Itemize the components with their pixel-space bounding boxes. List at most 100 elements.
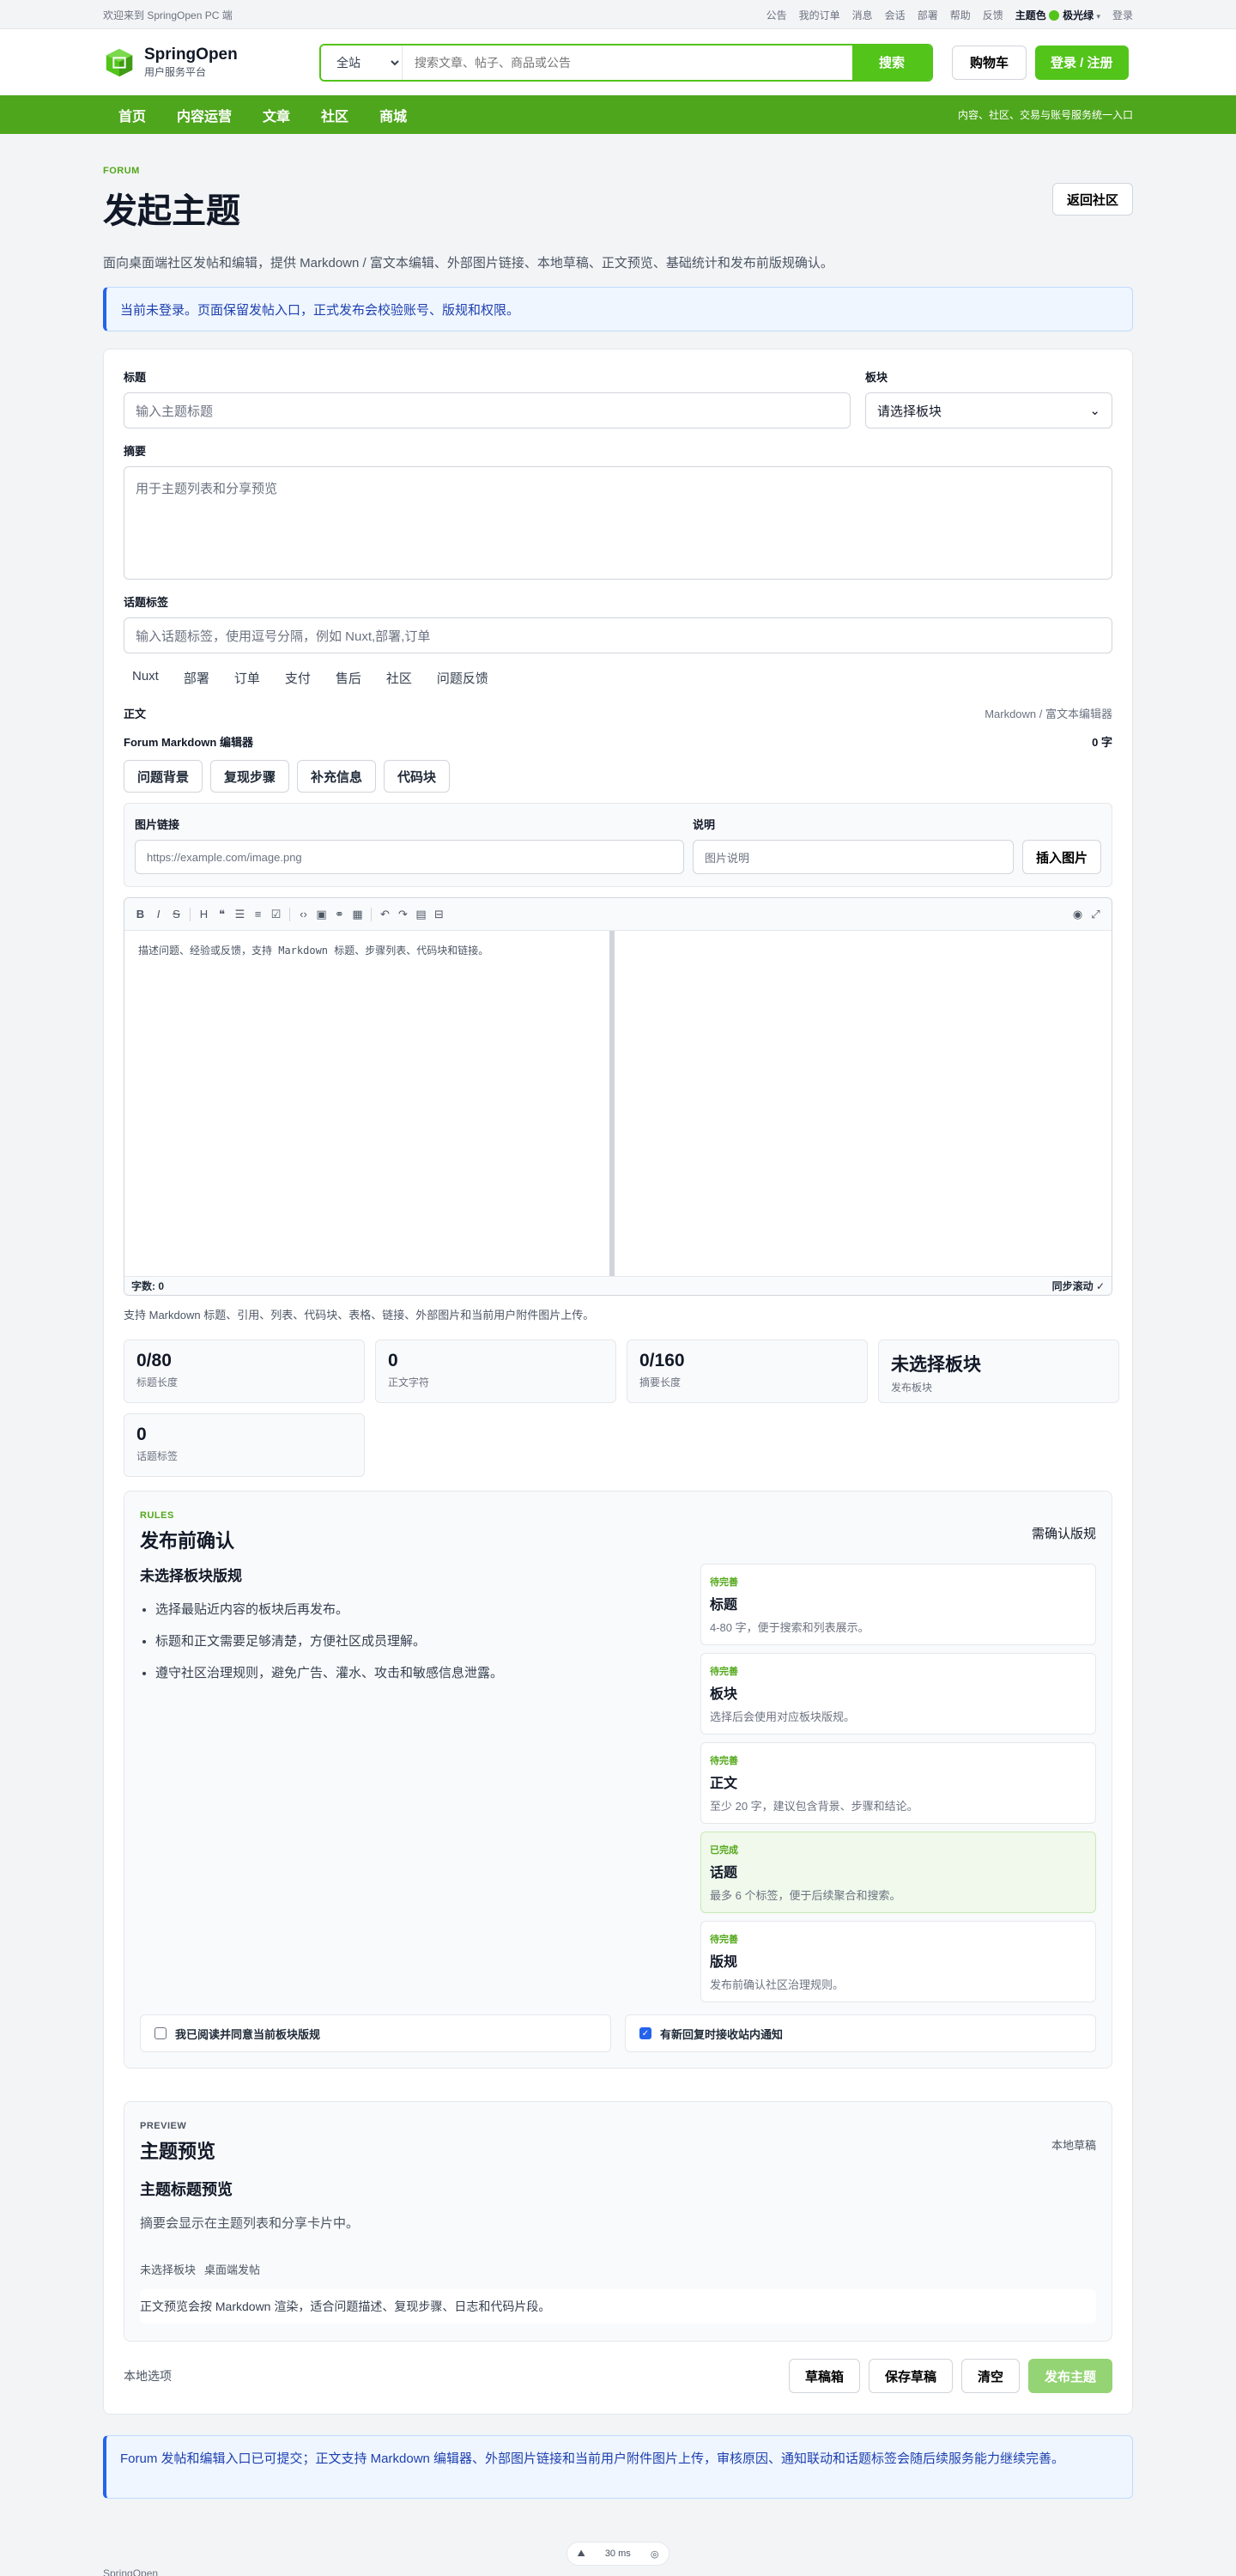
stat-label: 摘要长度 bbox=[639, 1376, 682, 1388]
topic-preview: PREVIEW 主题预览 本地草稿 主题标题预览 摘要会显示在主题列表和分享卡片… bbox=[124, 2101, 1112, 2342]
template-extra-button[interactable]: 补充信息 bbox=[297, 760, 377, 793]
bold-icon[interactable]: B bbox=[131, 905, 149, 924]
image-desc-input[interactable]: 图片说明 bbox=[693, 840, 1014, 874]
nav-item-community[interactable]: 社区 bbox=[306, 105, 364, 125]
editor-input-pane[interactable]: 描述问题、经验或反馈，支持 Markdown 标题、步骤列表、代码块和链接。 bbox=[124, 931, 615, 1276]
tags-input[interactable]: 输入话题标签，使用逗号分隔，例如 Nuxt,部署,订单 bbox=[124, 617, 1112, 653]
drafts-button[interactable]: 草稿箱 bbox=[788, 2359, 860, 2393]
summary-textarea[interactable]: 用于主题列表和分享预览 bbox=[124, 466, 1112, 580]
check-title-text: 标题 bbox=[710, 1598, 738, 1613]
redo-icon[interactable]: ↷ bbox=[394, 905, 412, 924]
top-link-help[interactable]: 帮助 bbox=[950, 8, 971, 22]
publish-button[interactable]: 发布主题 bbox=[1027, 2359, 1112, 2393]
template-code-button[interactable]: 代码块 bbox=[384, 760, 451, 793]
top-login-link[interactable]: 登录 bbox=[1112, 8, 1133, 22]
nav-item-content-ops[interactable]: 内容运营 bbox=[161, 105, 247, 125]
check-status: 待完善 bbox=[710, 1935, 738, 1945]
save-icon[interactable]: ▤ bbox=[412, 905, 430, 924]
target-icon: ◎ bbox=[650, 2549, 659, 2560]
nav-item-mall[interactable]: 商城 bbox=[364, 105, 422, 125]
fullscreen-icon[interactable]: ⤢ bbox=[1087, 905, 1105, 924]
login-register-button[interactable]: 登录 / 注册 bbox=[1035, 45, 1129, 80]
nav-item-home[interactable]: 首页 bbox=[103, 105, 161, 125]
image-link-label: 图片链接 bbox=[135, 818, 180, 831]
local-draft-badge: 本地草稿 bbox=[1051, 2139, 1096, 2152]
code-block-icon[interactable]: ▣ bbox=[312, 905, 330, 924]
stat-label: 正文字符 bbox=[388, 1376, 430, 1388]
sync-scroll-toggle[interactable]: 同步滚动 ✓ bbox=[1052, 1279, 1105, 1293]
cart-button[interactable]: 购物车 bbox=[952, 45, 1027, 80]
check-status: 待完善 bbox=[710, 1756, 738, 1766]
check-status: 待完善 bbox=[710, 1667, 738, 1677]
perf-indicator: ⛰ 30 ms ◎ bbox=[566, 2542, 670, 2566]
mountain-icon: ⛰ bbox=[577, 2548, 585, 2559]
tag-suggestion[interactable]: 问题反馈 bbox=[428, 665, 497, 691]
stats-grid: 0/80 标题长度 0 正文字符 0/160 摘要长度 未选择板块 发布板块 0 话题标签 bbox=[124, 1340, 1119, 1477]
stat-title-length: 0/80 标题长度 bbox=[124, 1340, 365, 1403]
insert-image-button[interactable]: 插入图片 bbox=[1021, 840, 1101, 874]
tag-suggestion[interactable]: 社区 bbox=[378, 665, 421, 691]
preview-eye-icon[interactable]: ◉ bbox=[1069, 905, 1087, 924]
save-draft-button[interactable]: 保存草稿 bbox=[868, 2359, 953, 2393]
top-link-messages[interactable]: 消息 bbox=[852, 8, 873, 22]
back-to-community-button[interactable]: 返回社区 bbox=[1051, 183, 1133, 216]
tag-suggestion[interactable]: 支付 bbox=[276, 665, 319, 691]
brand-logo[interactable]: SpringOpen 用户服务平台 bbox=[103, 46, 319, 79]
agree-rules-checkbox[interactable]: 我已阅读并同意当前板块版规 bbox=[140, 2014, 611, 2052]
tag-suggestion[interactable]: 售后 bbox=[327, 665, 370, 691]
top-link-chats[interactable]: 会话 bbox=[885, 8, 906, 22]
cube-logo-icon bbox=[106, 48, 133, 76]
rules-subtitle: 未选择板块版规 bbox=[140, 1568, 242, 1584]
check-desc: 最多 6 个标签，便于后续聚合和搜索。 bbox=[710, 1889, 901, 1902]
undo-icon[interactable]: ↶ bbox=[376, 905, 394, 924]
check-status: 待完善 bbox=[710, 1577, 738, 1588]
form-actions: 本地选项 草稿箱 保存草稿 清空 发布主题 bbox=[124, 2359, 1112, 2393]
task-list-icon[interactable]: ☑ bbox=[267, 905, 285, 924]
tag-suggestion[interactable]: 订单 bbox=[226, 665, 269, 691]
preview-heading: 主题标题预览 bbox=[140, 2181, 233, 2198]
page-title: 发起主题 bbox=[103, 192, 240, 230]
top-link-orders[interactable]: 我的订单 bbox=[799, 8, 840, 22]
top-link-deploy[interactable]: 部署 bbox=[918, 8, 938, 22]
rules-title: 发布前确认 bbox=[140, 1530, 235, 1552]
tag-suggestions: Nuxt 部署 订单 支付 售后 社区 问题反馈 bbox=[124, 665, 1112, 691]
char-count: 0 字 bbox=[1092, 736, 1112, 749]
toc-icon[interactable]: ⊟ bbox=[430, 905, 448, 924]
image-link-input[interactable]: https://example.com/image.png bbox=[135, 840, 684, 874]
template-background-button[interactable]: 问题背景 bbox=[124, 760, 203, 793]
site-header: SpringOpen 用户服务平台 全站 搜索 购物车 登录 / 注册 bbox=[0, 29, 1236, 95]
stat-value: 0 bbox=[136, 1425, 147, 1444]
nav-item-articles[interactable]: 文章 bbox=[247, 105, 306, 125]
board-select[interactable]: 请选择板块 ⌄ bbox=[865, 392, 1112, 428]
search-button[interactable]: 搜索 bbox=[852, 45, 931, 80]
theme-color-dot bbox=[1049, 9, 1060, 21]
top-link-feedback[interactable]: 反馈 bbox=[983, 8, 1003, 22]
tag-suggestion[interactable]: Nuxt bbox=[124, 665, 167, 691]
strikethrough-icon[interactable]: S bbox=[167, 905, 185, 924]
notify-checkbox[interactable]: ✓ 有新回复时接收站内通知 bbox=[625, 2014, 1096, 2052]
top-link-notice[interactable]: 公告 bbox=[766, 8, 787, 22]
ordered-list-icon[interactable]: ≡ bbox=[249, 905, 267, 924]
link-icon[interactable]: ⚭ bbox=[330, 905, 348, 924]
search-input[interactable] bbox=[403, 45, 852, 80]
image-desc-label: 说明 bbox=[693, 818, 716, 831]
top-strip: 欢迎来到 SpringOpen PC 端 公告 我的订单 消息 会话 部署 帮助… bbox=[0, 0, 1236, 29]
heading-icon[interactable]: H bbox=[195, 905, 213, 924]
quote-icon[interactable]: ❝ bbox=[213, 905, 231, 924]
search-scope-select[interactable]: 全站 bbox=[321, 45, 403, 80]
body-label: 正文 bbox=[124, 708, 147, 720]
italic-icon[interactable]: I bbox=[149, 905, 167, 924]
clear-button[interactable]: 清空 bbox=[960, 2359, 1020, 2393]
title-label: 标题 bbox=[124, 371, 147, 384]
tag-suggestion[interactable]: 部署 bbox=[175, 665, 218, 691]
stat-body-chars: 0 正文字符 bbox=[375, 1340, 616, 1403]
code-icon[interactable]: ‹› bbox=[294, 905, 312, 924]
local-options[interactable]: 本地选项 bbox=[124, 2367, 172, 2385]
title-input[interactable]: 输入主题标题 bbox=[124, 392, 851, 428]
template-steps-button[interactable]: 复现步骤 bbox=[210, 760, 290, 793]
check-title-text: 板块 bbox=[710, 1687, 738, 1702]
theme-selector[interactable]: 主题色 极光绿 ▾ bbox=[1015, 8, 1100, 22]
notify-label: 有新回复时接收站内通知 bbox=[660, 2027, 784, 2041]
table-icon[interactable]: ▦ bbox=[348, 905, 367, 924]
bullet-list-icon[interactable]: ☰ bbox=[231, 905, 249, 924]
